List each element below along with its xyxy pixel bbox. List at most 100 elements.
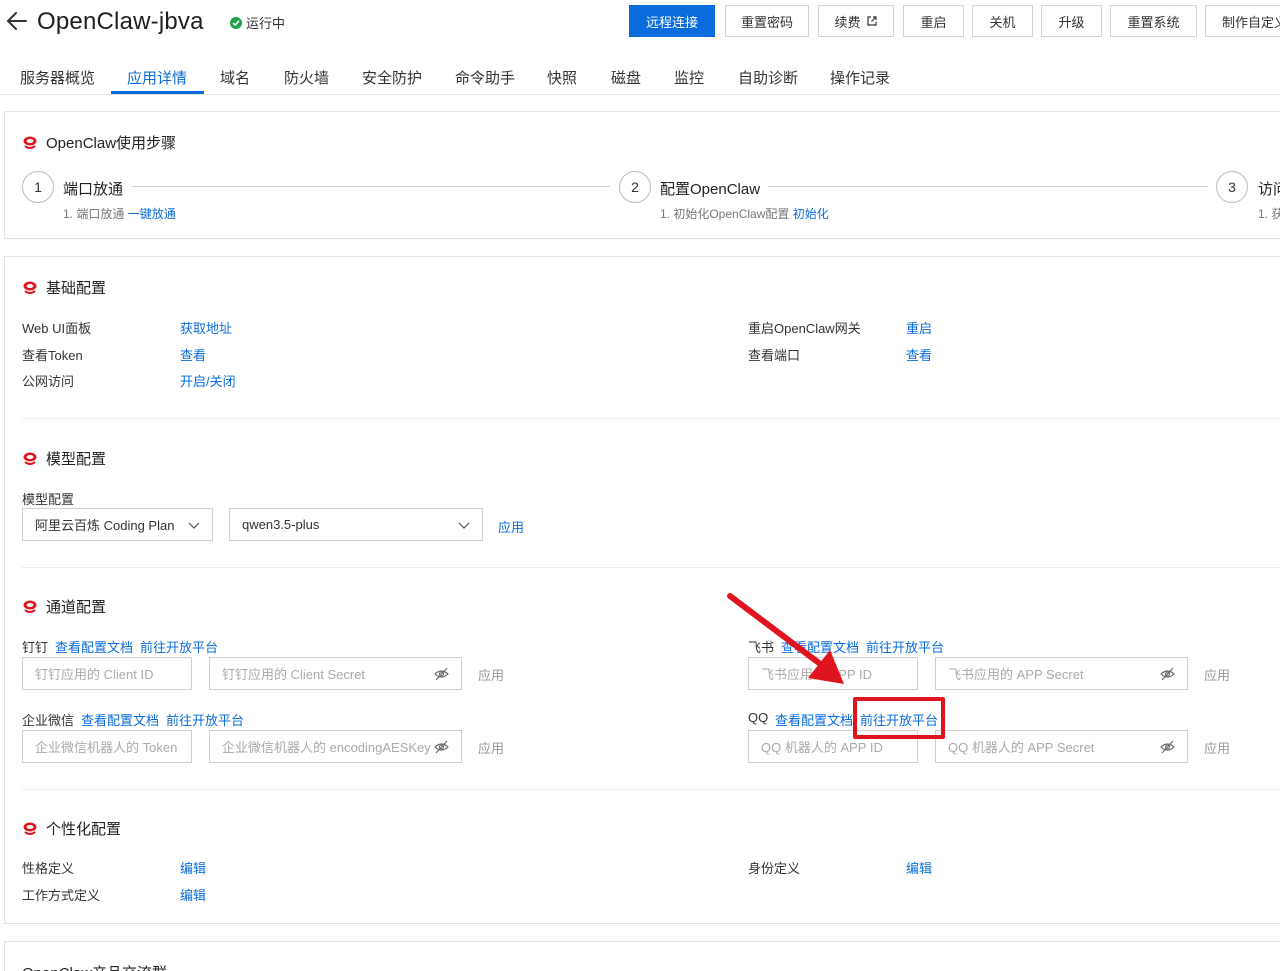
feishu-platform-link[interactable]: 前往开放平台	[866, 637, 944, 656]
tab-snapshot[interactable]: 快照	[547, 67, 577, 88]
page-title: OpenClaw-jbva	[37, 8, 204, 35]
model-config-title-text: 模型配置	[46, 451, 107, 468]
shutdown-button[interactable]: 关机	[972, 5, 1033, 37]
step-3-desc: 1. 获	[1258, 207, 1280, 221]
restart-button[interactable]: 重启	[903, 5, 964, 37]
tab-security[interactable]: 安全防护	[362, 67, 422, 88]
wecom-doc-link[interactable]: 查看配置文档	[81, 710, 159, 729]
feishu-secret-placeholder: 飞书应用的 APP Secret	[948, 667, 1084, 682]
openclaw-logo-icon	[23, 600, 37, 613]
view-port-link[interactable]: 查看	[906, 345, 932, 364]
renew-button[interactable]: 续费	[818, 5, 894, 37]
eye-off-icon[interactable]	[434, 740, 449, 754]
step-2-desc-text: 1. 初始化OpenClaw配置	[660, 207, 790, 221]
persona-config-title-text: 个性化配置	[46, 821, 122, 838]
feishu-app-secret-input[interactable]: 飞书应用的 APP Secret	[935, 657, 1188, 690]
wecom-token-input[interactable]: 企业微信机器人的 Token	[22, 730, 192, 763]
channel-config-title-text: 通道配置	[46, 599, 107, 616]
step-1-label: 端口放通	[63, 181, 124, 198]
wecom-aeskey-placeholder: 企业微信机器人的 encodingAESKey	[222, 740, 431, 755]
qq-label: QQ	[748, 710, 769, 725]
token-label: 查看Token	[22, 348, 83, 363]
tab-operation-log[interactable]: 操作记录	[830, 67, 890, 88]
step-2-label: 配置OpenClaw	[660, 181, 761, 198]
wecom-apply-button[interactable]: 应用	[478, 738, 504, 757]
step-connector	[132, 186, 610, 187]
back-arrow-icon[interactable]	[6, 8, 28, 34]
upgrade-button[interactable]: 升级	[1041, 5, 1102, 37]
status-text: 运行中	[246, 16, 286, 31]
dingtalk-doc-link[interactable]: 查看配置文档	[55, 637, 133, 656]
model-apply-link[interactable]: 应用	[498, 517, 524, 536]
dingtalk-label: 钉钉	[22, 640, 49, 655]
section-divider	[22, 418, 1280, 419]
basic-config-title-text: 基础配置	[46, 280, 107, 297]
gateway-label: 重启OpenClaw网关	[748, 321, 861, 336]
external-link-icon	[866, 16, 877, 26]
section-divider	[22, 567, 1280, 568]
step-2-circle: 2	[619, 171, 651, 203]
identity-edit-link[interactable]: 编辑	[906, 858, 932, 877]
channel-config-title: 通道配置	[22, 596, 106, 617]
qq-app-secret-input[interactable]: QQ 机器人的 APP Secret	[935, 730, 1188, 763]
model-select[interactable]: qwen3.5-plus	[229, 508, 483, 541]
active-tab-indicator	[111, 91, 204, 94]
model-value: qwen3.5-plus	[242, 517, 320, 532]
openclaw-logo-icon	[23, 136, 37, 149]
reset-password-button[interactable]: 重置密码	[725, 5, 809, 37]
tab-app-details[interactable]: 应用详情	[127, 67, 187, 88]
dingtalk-client-secret-input[interactable]: 钉钉应用的 Client Secret	[209, 657, 462, 690]
persona-config-title: 个性化配置	[22, 818, 121, 839]
section-divider	[22, 789, 1280, 790]
tab-self-diagnosis[interactable]: 自助诊断	[738, 67, 798, 88]
make-custom-image-button[interactable]: 制作自定义	[1205, 5, 1280, 37]
dingtalk-client-id-input[interactable]: 钉钉应用的 Client ID	[22, 657, 192, 690]
public-access-label: 公网访问	[22, 374, 75, 389]
dingtalk-apply-button[interactable]: 应用	[478, 665, 504, 684]
feishu-apply-button[interactable]: 应用	[1204, 665, 1230, 684]
step-2-desc: 1. 初始化OpenClaw配置 初始化	[660, 205, 829, 222]
eye-off-icon[interactable]	[1160, 667, 1175, 681]
view-token-link[interactable]: 查看	[180, 345, 206, 364]
basic-config-title: 基础配置	[22, 277, 106, 298]
step-connector	[768, 186, 1208, 187]
openclaw-logo-icon	[23, 822, 37, 835]
tabs-divider	[0, 94, 1280, 95]
tab-firewall[interactable]: 防火墙	[284, 67, 329, 88]
public-access-toggle-link[interactable]: 开启/关闭	[180, 371, 236, 390]
tab-server-overview[interactable]: 服务器概览	[20, 67, 95, 88]
remote-connect-button[interactable]: 远程连接	[629, 5, 715, 37]
tab-command-helper[interactable]: 命令助手	[455, 67, 515, 88]
wecom-label: 企业微信	[22, 713, 75, 728]
tab-domain[interactable]: 域名	[220, 67, 250, 88]
tab-monitor[interactable]: 监控	[674, 67, 704, 88]
app-root: OpenClaw-jbva 运行中 远程连接 重置密码 续费 重启 关机 升级 …	[0, 0, 1280, 971]
status-badge: 运行中	[230, 13, 285, 32]
get-address-link[interactable]: 获取地址	[180, 318, 232, 337]
workstyle-label: 工作方式定义	[22, 888, 101, 903]
openclaw-logo-icon	[23, 281, 37, 294]
dingtalk-platform-link[interactable]: 前往开放平台	[140, 637, 218, 656]
qq-secret-placeholder: QQ 机器人的 APP Secret	[948, 740, 1095, 755]
initialize-link[interactable]: 初始化	[793, 207, 829, 221]
openclaw-logo-icon	[23, 452, 37, 465]
qq-apply-button[interactable]: 应用	[1204, 738, 1230, 757]
renew-label: 续费	[834, 14, 861, 30]
running-check-icon	[230, 16, 242, 29]
eye-off-icon[interactable]	[1160, 740, 1175, 754]
model-provider-select[interactable]: 阿里云百炼 Coding Plan	[22, 508, 213, 541]
wecom-aeskey-input[interactable]: 企业微信机器人的 encodingAESKey	[209, 730, 462, 763]
workstyle-edit-link[interactable]: 编辑	[180, 885, 206, 904]
webui-label: Web UI面板	[22, 321, 92, 336]
model-config-label: 模型配置	[22, 492, 75, 507]
personality-edit-link[interactable]: 编辑	[180, 858, 206, 877]
model-config-title: 模型配置	[22, 448, 106, 469]
qq-doc-link[interactable]: 查看配置文档	[775, 710, 853, 729]
wecom-platform-link[interactable]: 前往开放平台	[166, 710, 244, 729]
one-click-open-link[interactable]: 一键放通	[128, 207, 176, 221]
step-3-circle: 3	[1216, 171, 1248, 203]
restart-gateway-link[interactable]: 重启	[906, 318, 932, 337]
eye-off-icon[interactable]	[434, 667, 449, 681]
tab-disk[interactable]: 磁盘	[611, 67, 641, 88]
reset-system-button[interactable]: 重置系统	[1110, 5, 1197, 37]
